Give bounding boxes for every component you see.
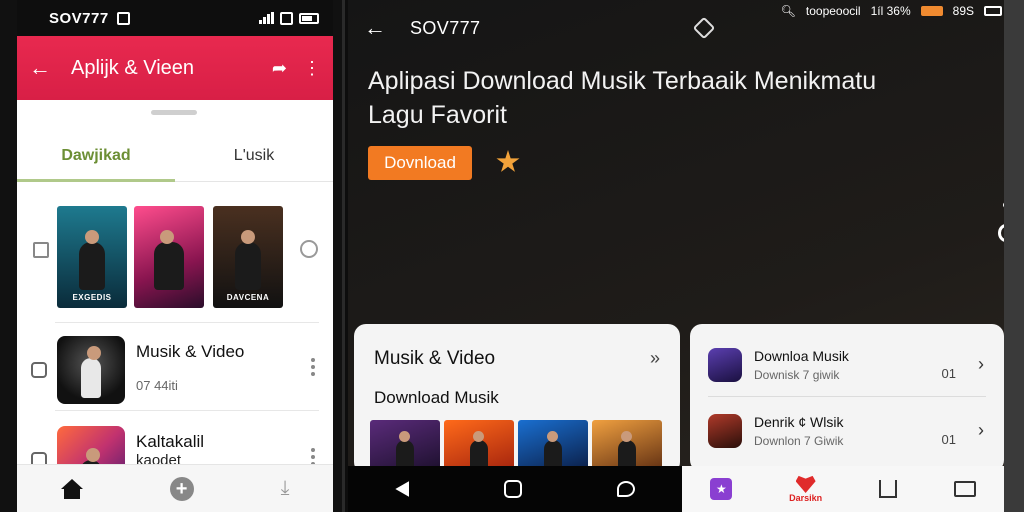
bottom-sheet: Dawjikad L'usik EXGEDIS DAVCENA Musik & …	[17, 104, 333, 512]
battery-icon	[920, 6, 943, 16]
cover-caption: EXGEDIS	[72, 293, 112, 302]
artist-figure	[235, 230, 261, 290]
list-divider	[55, 410, 319, 411]
battery-icon	[280, 11, 293, 25]
item-more-icon[interactable]	[311, 358, 315, 376]
system-back-icon[interactable]	[395, 481, 410, 497]
album-cover[interactable]: EXGEDIS	[57, 206, 127, 308]
tab-favorites-label: Darsikn	[789, 493, 823, 503]
list-item-title: Musik & Video	[136, 342, 245, 361]
left-app-title: Aplijk & Vieen	[71, 56, 195, 79]
album-cover[interactable]: DAVCENA	[213, 206, 283, 308]
card-title: Musik & Video	[374, 348, 496, 369]
list-item-subtitle: Downisk 7 giwik	[754, 368, 840, 382]
list-item-subtitle: Downlon 7 Giwik	[754, 434, 844, 448]
list-item[interactable]: Downloa Musik Downisk 7 giwik 01 ›	[690, 328, 1004, 396]
tab-favorites[interactable]: Darsikn	[789, 475, 822, 503]
tab-download[interactable]: Dawjikad	[17, 130, 175, 182]
home-icon[interactable]	[60, 478, 83, 499]
left-status-bar: SOV777	[17, 0, 333, 36]
tab-store[interactable]: ★	[710, 478, 733, 500]
artist-figure	[79, 230, 105, 290]
chevron-right-icon[interactable]: ›	[978, 354, 984, 375]
screenshot-stage: SOV777 ← Aplijk & Vieen ➦ ⋮ Dawjikad L'u…	[0, 0, 1024, 512]
avatar	[708, 414, 742, 448]
download-button[interactable]: Dovnload	[368, 146, 472, 180]
avatar	[708, 348, 742, 382]
select-checkbox[interactable]	[33, 242, 49, 258]
tab-inbox[interactable]	[953, 481, 976, 497]
add-icon[interactable]: +	[169, 476, 194, 501]
battery-outline-icon	[984, 6, 1002, 16]
left-status-icons	[259, 11, 319, 25]
headline: Aplipasi Download Musik Terbaaik Menikma…	[368, 67, 877, 129]
device-edge	[1004, 0, 1024, 512]
sheet-grabber[interactable]	[151, 110, 197, 115]
select-radio[interactable]	[300, 240, 318, 258]
left-bottom-nav: + ⤓	[17, 464, 333, 512]
right-panel: ← SOV777 🔍︎ toopeoocil 1íl 36% 89S Aplip…	[348, 0, 1024, 512]
back-arrow-icon[interactable]: ←	[29, 55, 61, 81]
list-item[interactable]: Musik & Video 07 44iti	[17, 330, 333, 410]
album-cover[interactable]	[134, 206, 204, 308]
tab-home[interactable]	[878, 480, 897, 498]
system-home-icon[interactable]	[503, 480, 522, 498]
artist-figure	[81, 346, 101, 398]
mail-icon	[953, 481, 976, 497]
back-arrow-icon[interactable]: ←	[364, 15, 392, 41]
tab-music[interactable]: L'usik	[175, 130, 333, 181]
left-phone-screen: SOV777 ← Aplijk & Vieen ➦ ⋮ Dawjikad L'u…	[17, 0, 333, 512]
item-count: 01	[941, 366, 956, 381]
battery-level-icon	[299, 12, 319, 24]
heart-icon	[795, 475, 816, 493]
video-thumbnail	[57, 336, 125, 404]
list-item-title: Downloa Musik	[754, 348, 849, 364]
share-icon[interactable]: ➦	[272, 58, 287, 79]
chat-icon[interactable]	[616, 481, 635, 497]
home-icon	[878, 480, 897, 498]
list-item-title: Denrik ¢ Wlsik	[754, 414, 844, 430]
music-video-card[interactable]: Musik & Video » Download Musik	[354, 324, 680, 474]
list-divider	[55, 322, 319, 323]
notification-icon	[116, 11, 130, 25]
list-item-title: Kaltakalil	[136, 432, 205, 451]
right-title: SOV777	[410, 17, 481, 38]
download-icon[interactable]: ⤓	[281, 477, 290, 500]
list-item-icon	[31, 362, 47, 378]
left-status-title: SOV777	[49, 9, 109, 27]
star-icon[interactable]	[496, 150, 520, 172]
list-item-subtitle: 07 44iti	[136, 378, 178, 393]
list-item[interactable]: Denrik ¢ Wlsik Downlon 7 Giwik 01 ›	[690, 396, 1004, 464]
cover-caption: DAVCENA	[226, 293, 270, 302]
item-count: 01	[941, 432, 956, 447]
store-icon: ★	[710, 478, 733, 500]
left-app-bar: ← Aplijk & Vieen ➦ ⋮	[17, 36, 333, 100]
left-app-actions: ➦ ⋮	[272, 58, 321, 79]
chevron-right-icon[interactable]: ›	[978, 420, 984, 441]
chevron-double-right-icon[interactable]: »	[650, 348, 660, 369]
cover-row: EXGEDIS DAVCENA	[17, 200, 333, 316]
card-subtitle: Download Musik	[374, 388, 499, 407]
search-icon[interactable]: 🔍︎	[781, 4, 796, 18]
left-phone: SOV777 ← Aplijk & Vieen ➦ ⋮ Dawjikad L'u…	[0, 0, 345, 512]
right-tab-bar: ★ Darsikn	[682, 466, 1004, 512]
download-list-card: Downloa Musik Downisk 7 giwik 01 › Denri…	[690, 324, 1004, 472]
right-status-bar: 🔍︎ toopeoocil 1íl 36% 89S	[781, 4, 1002, 18]
signal-icon	[259, 12, 274, 24]
tab-bar: Dawjikad L'usik	[17, 130, 333, 182]
system-nav-bar	[348, 466, 682, 512]
carrier-text: toopeoocil	[805, 4, 861, 18]
battery-text: 89S	[952, 4, 974, 18]
artist-figure	[154, 230, 184, 290]
signal-text: 1íl 36%	[870, 4, 911, 18]
more-vert-icon[interactable]: ⋮	[303, 58, 321, 79]
